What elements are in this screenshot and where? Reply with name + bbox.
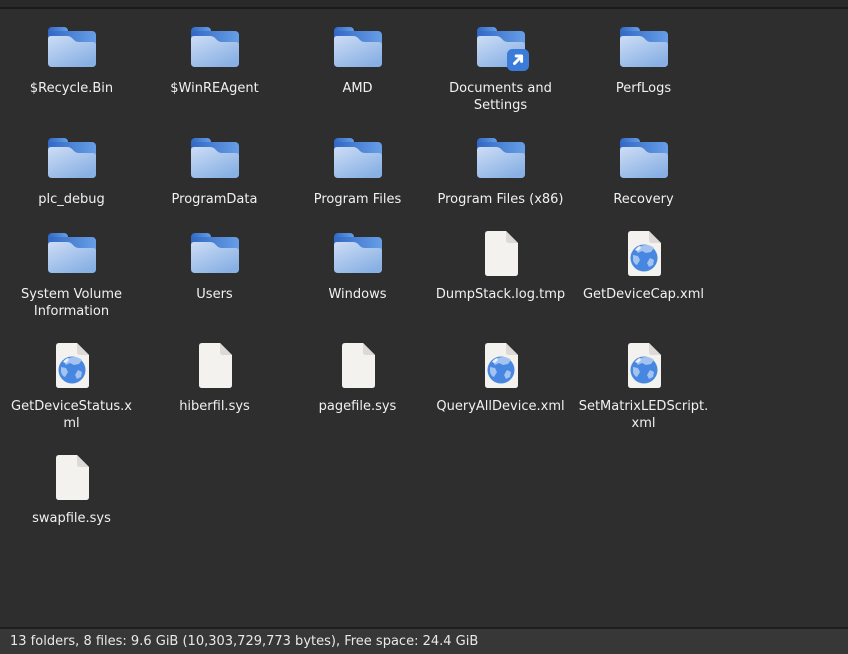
icon-row: plc_debug ProgramData Program Files Prog… [0, 134, 848, 229]
folder-shortcut-icon [473, 23, 529, 71]
folder-icon [616, 134, 672, 182]
item-pagefile-sys[interactable]: pagefile.sys [286, 341, 429, 416]
item-label: plc_debug [38, 192, 105, 209]
xml-file-icon [477, 341, 525, 389]
item-queryalldevice-xml[interactable]: QueryAllDevice.xml [429, 341, 572, 416]
xml-file-icon [620, 341, 668, 389]
item-amd[interactable]: AMD [286, 23, 429, 98]
folder-icon [473, 134, 529, 182]
item-program-files-x86[interactable]: Program Files (x86) [429, 134, 572, 209]
file-icon [191, 341, 239, 389]
item-programdata[interactable]: ProgramData [143, 134, 286, 209]
item-getdevicecap-xml[interactable]: GetDeviceCap.xml [572, 229, 715, 304]
folder-icon [44, 229, 100, 277]
item-program-files[interactable]: Program Files [286, 134, 429, 209]
icon-row: $Recycle.Bin $WinREAgent AMD Documents a… [0, 23, 848, 134]
folder-icon [44, 23, 100, 71]
item-label: PerfLogs [616, 81, 671, 98]
item-plc-debug[interactable]: plc_debug [0, 134, 143, 209]
item-label: Windows [328, 287, 386, 304]
item-label: GetDeviceCap.xml [583, 287, 704, 304]
status-bar: 13 folders, 8 files: 9.6 GiB (10,303,729… [0, 627, 848, 654]
item-label: Program Files [314, 192, 402, 209]
item-recycle-bin[interactable]: $Recycle.Bin [0, 23, 143, 98]
folder-icon [330, 134, 386, 182]
icon-row: System Volume Information Users Windows … [0, 229, 848, 341]
item-label: $Recycle.Bin [30, 81, 113, 98]
folder-icon [330, 229, 386, 277]
folder-icon [616, 23, 672, 71]
item-recovery[interactable]: Recovery [572, 134, 715, 209]
icon-row: GetDeviceStatus.x ml hiberfil.sys pagefi… [0, 341, 848, 453]
item-perflogs[interactable]: PerfLogs [572, 23, 715, 98]
item-users[interactable]: Users [143, 229, 286, 304]
folder-icon [187, 23, 243, 71]
item-label: hiberfil.sys [179, 399, 250, 416]
folder-icon [44, 134, 100, 182]
xml-file-icon [620, 229, 668, 277]
item-label: Users [196, 287, 232, 304]
item-label: SetMatrixLEDScript. xml [579, 399, 709, 432]
item-label: System Volume Information [21, 287, 122, 320]
xml-file-icon [48, 341, 96, 389]
item-label: AMD [342, 81, 372, 98]
item-dumpstack-log-tmp[interactable]: DumpStack.log.tmp [429, 229, 572, 304]
item-label: $WinREAgent [170, 81, 258, 98]
item-getdevicestatus-xml[interactable]: GetDeviceStatus.x ml [0, 341, 143, 432]
item-label: GetDeviceStatus.x ml [11, 399, 132, 432]
item-label: Program Files (x86) [437, 192, 563, 209]
file-icon [334, 341, 382, 389]
item-label: DumpStack.log.tmp [436, 287, 565, 304]
item-documents-and-settings[interactable]: Documents and Settings [429, 23, 572, 114]
status-bar-text: 13 folders, 8 files: 9.6 GiB (10,303,729… [10, 634, 478, 649]
item-label: pagefile.sys [319, 399, 397, 416]
item-label: QueryAllDevice.xml [436, 399, 564, 416]
file-icon [48, 453, 96, 501]
item-label: swapfile.sys [32, 511, 111, 528]
file-icon [477, 229, 525, 277]
item-label: ProgramData [172, 192, 258, 209]
item-swapfile-sys[interactable]: swapfile.sys [0, 453, 143, 528]
item-label: Documents and Settings [449, 81, 552, 114]
item-label: Recovery [613, 192, 673, 209]
top-panel-strip [0, 0, 848, 9]
file-manager-icon-view[interactable]: $Recycle.Bin $WinREAgent AMD Documents a… [0, 9, 848, 557]
item-setmatrixledscript-xml[interactable]: SetMatrixLEDScript. xml [572, 341, 715, 432]
icon-row: swapfile.sys [0, 453, 848, 557]
item-hiberfil-sys[interactable]: hiberfil.sys [143, 341, 286, 416]
item-system-volume-information[interactable]: System Volume Information [0, 229, 143, 320]
folder-icon [187, 229, 243, 277]
folder-icon [187, 134, 243, 182]
item-windows[interactable]: Windows [286, 229, 429, 304]
item-winreagent[interactable]: $WinREAgent [143, 23, 286, 98]
folder-icon [330, 23, 386, 71]
